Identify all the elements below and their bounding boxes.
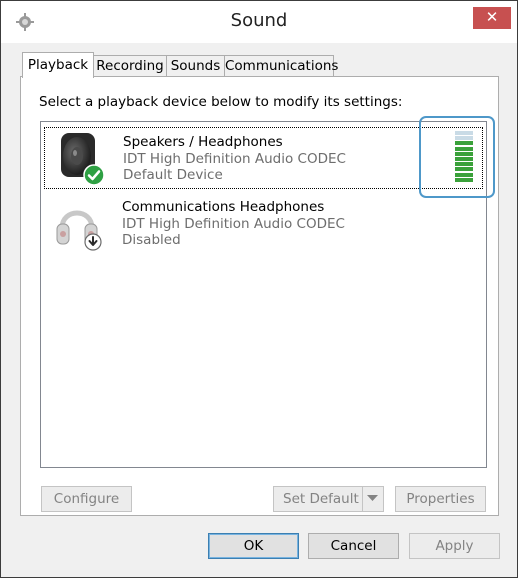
chevron-down-icon	[367, 495, 378, 501]
configure-button[interactable]: Configure	[41, 486, 132, 512]
set-default-dropdown[interactable]	[362, 487, 383, 511]
device-driver: IDT High Definition Audio CODEC	[122, 215, 345, 232]
tab-label: Recording	[96, 58, 164, 74]
level-meter-highlight	[419, 116, 495, 198]
device-info: Communications Headphones IDT High Defin…	[122, 199, 345, 249]
close-icon: ✕	[485, 8, 499, 26]
tab-label: Communications	[225, 58, 339, 74]
default-check-icon	[83, 164, 105, 186]
device-status: Default Device	[123, 167, 223, 183]
tab-recording[interactable]: Recording	[93, 55, 167, 76]
configure-label: Configure	[53, 491, 120, 507]
tab-label: Playback	[27, 57, 89, 73]
set-default-button[interactable]: Set Default	[273, 486, 384, 512]
device-info: Speakers / Headphones IDT High Definitio…	[123, 134, 346, 184]
title-bar: Sound ✕	[1, 1, 517, 43]
cancel-label: Cancel	[330, 538, 377, 554]
device-driver: IDT High Definition Audio CODEC	[123, 150, 346, 167]
window-title: Sound	[230, 10, 288, 31]
sound-dialog: Sound ✕ Playback Recording Sounds Commun…	[0, 0, 518, 578]
set-default-label: Set Default	[283, 491, 359, 507]
tab-sounds[interactable]: Sounds	[166, 55, 225, 76]
properties-label: Properties	[406, 491, 475, 507]
device-status: Disabled	[122, 232, 181, 248]
device-communications-headphones[interactable]: Communications Headphones IDT High Defin…	[44, 193, 483, 255]
cancel-button[interactable]: Cancel	[308, 533, 399, 559]
disabled-arrow-icon	[84, 233, 102, 251]
tab-label: Sounds	[170, 58, 221, 74]
device-name: Speakers / Headphones	[123, 134, 283, 150]
ok-button[interactable]: OK	[208, 533, 299, 559]
device-name: Communications Headphones	[122, 199, 325, 215]
device-speakers-headphones[interactable]: Speakers / Headphones IDT High Definitio…	[44, 127, 483, 189]
apply-label: Apply	[435, 538, 474, 554]
close-button[interactable]: ✕	[473, 7, 511, 29]
properties-button[interactable]: Properties	[395, 486, 486, 512]
tab-playback[interactable]: Playback	[22, 52, 94, 78]
apply-button[interactable]: Apply	[409, 533, 500, 559]
tab-communications[interactable]: Communications	[224, 55, 338, 76]
ok-label: OK	[243, 538, 264, 554]
instruction-text: Select a playback device below to modify…	[39, 94, 403, 110]
